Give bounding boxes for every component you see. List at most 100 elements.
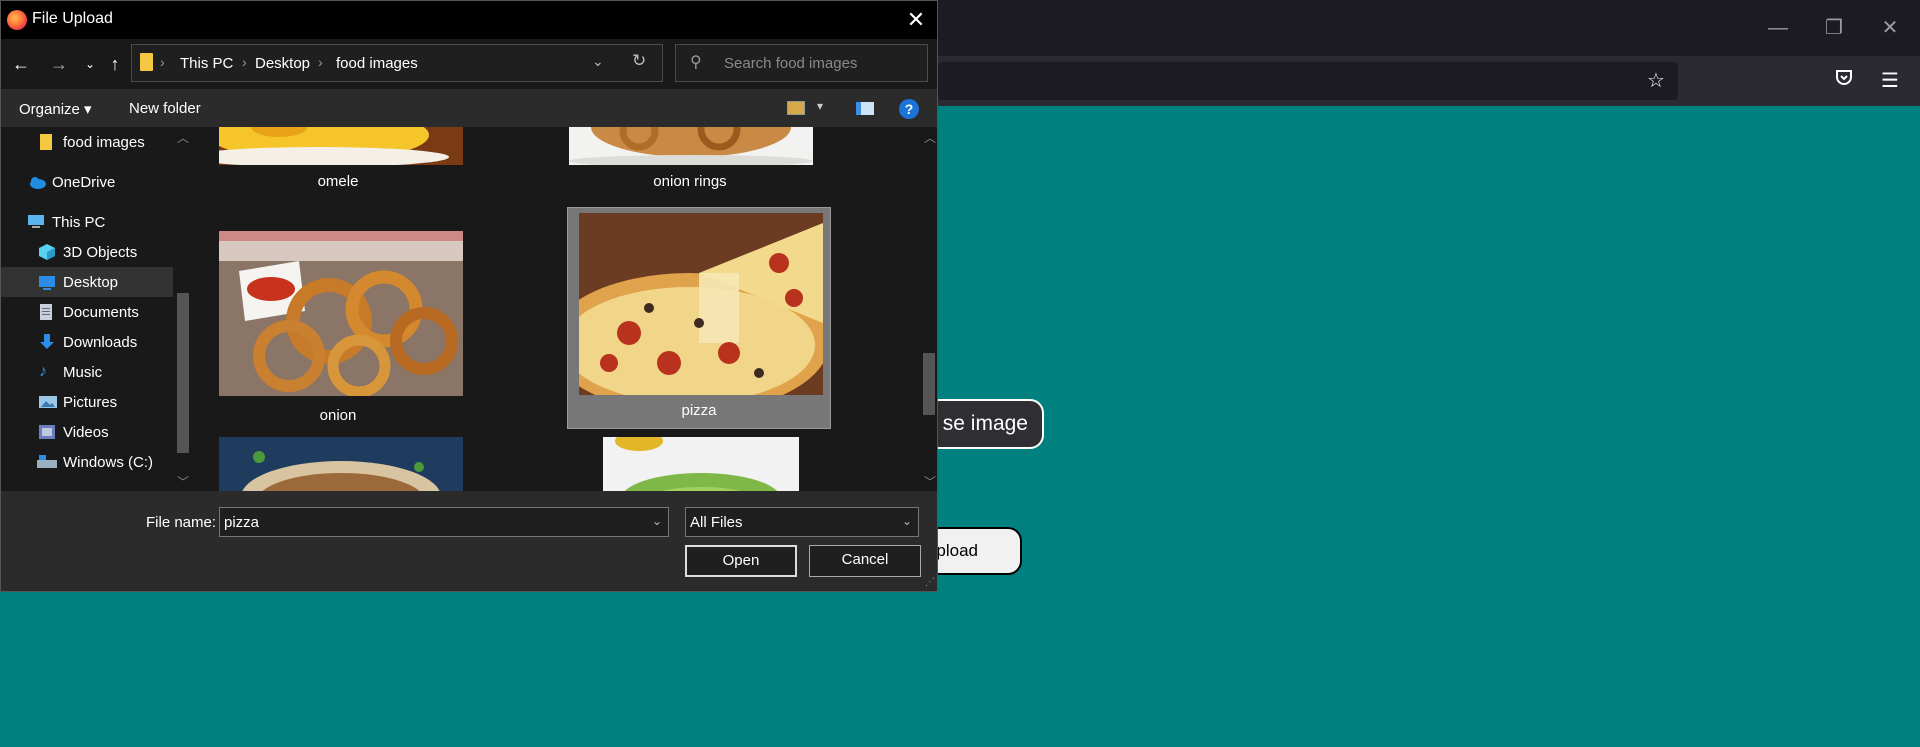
cloud-icon: [27, 174, 46, 190]
sidebar-scrollbar[interactable]: ︿ ﹀: [173, 127, 193, 491]
close-icon[interactable]: ✕: [901, 5, 931, 35]
file-type-value: All Files: [690, 514, 743, 531]
organize-menu[interactable]: Organize ▾: [19, 100, 92, 118]
file-item-onion[interactable]: onion: [215, 231, 463, 431]
view-options-chevron-icon[interactable]: ▾: [817, 99, 823, 113]
download-icon: [39, 334, 55, 350]
sidebar-item-label: Downloads: [63, 334, 138, 351]
sidebar-item-pictures[interactable]: Pictures: [1, 387, 173, 417]
file-name-field-label: File name:: [146, 514, 217, 531]
minimize-button[interactable]: —: [1764, 14, 1792, 42]
url-bar[interactable]: [938, 62, 1678, 100]
recent-locations-chevron-icon[interactable]: ⌄: [81, 51, 99, 77]
file-item-pizza[interactable]: pizza: [567, 207, 831, 429]
up-arrow-icon[interactable]: ↑: [103, 51, 127, 77]
food-thumbnail: [219, 437, 463, 491]
sidebar-item-onedrive[interactable]: OneDrive: [1, 167, 173, 197]
file-list-scrollbar[interactable]: ︿ ﹀: [921, 127, 937, 491]
scroll-up-arrow-icon[interactable]: ︿: [177, 129, 189, 146]
sidebar-item-label: food images: [63, 134, 145, 151]
restore-button[interactable]: ❐: [1820, 14, 1848, 42]
sidebar-item-desktop[interactable]: Desktop: [1, 267, 173, 297]
sidebar-item-label: 3D Objects: [63, 244, 138, 261]
dialog-titlebar: File Upload ✕: [1, 1, 937, 39]
file-name-label: onion rings: [653, 173, 727, 190]
navigation-pane: food images OneDrive This PC 3D Objects …: [1, 127, 193, 491]
scroll-down-arrow-icon[interactable]: ﹀: [924, 473, 936, 490]
pictures-icon: [39, 394, 57, 410]
file-name-label: pizza: [681, 402, 717, 419]
search-icon: ⚲: [690, 54, 702, 71]
scroll-up-arrow-icon[interactable]: ︿: [924, 129, 936, 146]
breadcrumb-food-images[interactable]: food images: [336, 55, 418, 72]
cancel-button[interactable]: Cancel: [809, 545, 921, 577]
sidebar-item-food-images[interactable]: food images: [1, 127, 173, 157]
breadcrumb-this-pc[interactable]: This PC: [180, 55, 233, 72]
file-name-value: pizza: [224, 514, 260, 531]
refresh-icon[interactable]: ↻: [632, 51, 646, 71]
breadcrumb-desktop[interactable]: Desktop: [255, 55, 310, 72]
chevron-down-icon[interactable]: ⌄: [652, 514, 662, 528]
preview-pane-icon[interactable]: [856, 102, 874, 115]
food-thumbnail: [603, 437, 799, 491]
forward-arrow-icon[interactable]: →: [47, 51, 71, 77]
file-item-partial-left[interactable]: [219, 437, 463, 491]
sidebar-item-label: Windows (C:): [63, 454, 154, 471]
command-bar: Organize ▾ New folder ▾ ?: [1, 89, 937, 127]
sidebar-item-3d-objects[interactable]: 3D Objects: [1, 237, 173, 267]
drive-icon: [37, 454, 57, 470]
sidebar-item-videos[interactable]: Videos: [1, 417, 173, 447]
file-name-field[interactable]: pizza ⌄: [219, 507, 669, 537]
sidebar-item-downloads[interactable]: Downloads: [1, 327, 173, 357]
file-type-select[interactable]: All Files ⌄: [685, 507, 919, 537]
browser-close-button[interactable]: ✕: [1876, 14, 1904, 42]
search-input[interactable]: Search food images: [724, 55, 857, 72]
file-item-partial-right[interactable]: [603, 437, 799, 491]
hamburger-menu-icon[interactable]: ☰: [1875, 66, 1905, 96]
sidebar-item-label: Documents: [63, 304, 139, 321]
onion-thumbnail: [219, 231, 463, 396]
document-icon: [39, 304, 55, 320]
sidebar-item-label: This PC: [52, 214, 106, 231]
desktop-icon: [39, 274, 55, 290]
sidebar-item-music[interactable]: ♪ Music: [1, 357, 173, 387]
file-upload-dialog: File Upload ✕ ← → ⌄ ↑ › This PC › Deskto…: [0, 0, 938, 592]
videos-icon: [39, 424, 55, 440]
dialog-footer: File name: pizza ⌄ All Files ⌄ Open Canc…: [1, 491, 937, 591]
open-button[interactable]: Open: [685, 545, 797, 577]
sidebar-item-this-pc[interactable]: This PC: [1, 207, 173, 237]
file-name-label: omele: [317, 173, 359, 190]
navigation-bar: ← → ⌄ ↑ › This PC › Desktop › food image…: [1, 39, 937, 89]
pocket-icon[interactable]: [1829, 66, 1859, 96]
resize-grip-icon[interactable]: ⋰: [925, 577, 935, 588]
search-box[interactable]: ⚲ Search food images: [675, 44, 928, 82]
sidebar-item-label: Videos: [63, 424, 109, 441]
new-folder-button[interactable]: New folder: [129, 100, 201, 117]
folder-icon: [39, 134, 55, 150]
sidebar-item-label: Desktop: [63, 274, 119, 291]
chevron-down-icon[interactable]: ⌄: [902, 514, 912, 528]
music-icon: ♪: [39, 363, 47, 380]
dialog-title: File Upload: [32, 10, 113, 27]
chevron-right-icon: ›: [242, 54, 247, 70]
firefox-logo-icon: [7, 10, 27, 30]
scroll-down-arrow-icon[interactable]: ﹀: [177, 473, 189, 490]
sidebar-item-label: Music: [63, 364, 103, 381]
file-name-label: onion: [319, 407, 357, 424]
star-icon[interactable]: ☆: [1641, 66, 1671, 96]
file-item-omele[interactable]: omele: [215, 127, 463, 193]
change-view-icon[interactable]: [787, 101, 805, 115]
folder-icon: [140, 53, 153, 71]
onion-rings-thumbnail: [569, 127, 813, 165]
sidebar-item-documents[interactable]: Documents: [1, 297, 173, 327]
sidebar-item-label: OneDrive: [52, 174, 116, 191]
help-icon[interactable]: ?: [899, 99, 919, 119]
sidebar-scroll-thumb[interactable]: [177, 293, 189, 453]
cube-icon: [39, 244, 55, 260]
chevron-down-icon[interactable]: ⌄: [592, 53, 604, 70]
back-arrow-icon[interactable]: ←: [9, 51, 33, 77]
sidebar-item-windows-c[interactable]: Windows (C:): [1, 447, 173, 477]
file-list-scroll-thumb[interactable]: [923, 353, 935, 415]
address-bar[interactable]: › This PC › Desktop › food images ⌄ ↻: [131, 44, 663, 82]
file-item-onion-rings[interactable]: onion rings: [567, 127, 813, 193]
